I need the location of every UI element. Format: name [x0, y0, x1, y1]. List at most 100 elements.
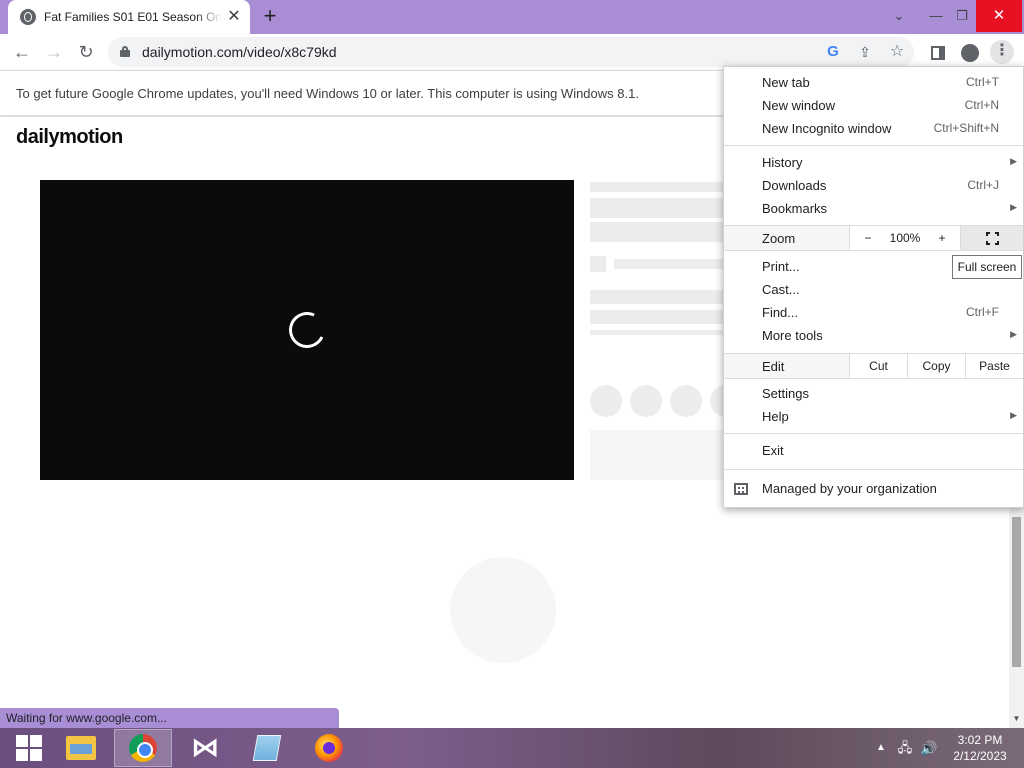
chrome-menu-button[interactable]: ⋮: [990, 40, 1014, 64]
skeleton-circle: [450, 557, 556, 663]
tab-search-button[interactable]: ⌄: [886, 0, 912, 32]
menu-item-label: New tab: [762, 75, 810, 90]
menu-shortcut: Ctrl+F: [966, 305, 999, 319]
menu-separator: [724, 433, 1023, 434]
reload-button[interactable]: ↻: [72, 38, 100, 66]
building-icon: [734, 483, 748, 495]
menu-item-history[interactable]: History ▶: [724, 151, 1023, 174]
edit-row: Edit Cut Copy Paste: [724, 353, 1023, 379]
tab-title: Fat Families S01 E01 Season One: [44, 10, 222, 24]
menu-item-help[interactable]: Help ▶: [724, 405, 1023, 428]
menu-item-label: Downloads: [762, 178, 827, 193]
close-window-button[interactable]: ✕: [976, 0, 1022, 32]
cut-button[interactable]: Cut: [849, 354, 907, 378]
menu-item-new-incognito-window[interactable]: New Incognito window Ctrl+Shift+N: [724, 117, 1023, 140]
bookmark-star-icon[interactable]: ☆: [886, 41, 908, 63]
zoom-out-button[interactable]: −: [849, 226, 886, 250]
menu-item-label: Help: [762, 409, 789, 424]
menu-item-label: More tools: [762, 328, 823, 343]
show-hidden-icons-arrow-icon[interactable]: ▲: [874, 728, 888, 768]
dailymotion-logo[interactable]: dailymotion: [16, 126, 123, 149]
scrollbar-thumb[interactable]: [1012, 517, 1021, 667]
menu-item-find[interactable]: Find... Ctrl+F: [724, 301, 1023, 324]
menu-item-new-tab[interactable]: New tab Ctrl+T: [724, 71, 1023, 94]
start-button[interactable]: [0, 729, 58, 767]
submenu-arrow-icon: ▶: [1010, 329, 1017, 339]
clock-time: 3:02 PM: [957, 733, 1003, 747]
visual-studio-icon: ⋈: [190, 733, 220, 763]
menu-item-label: Settings: [762, 386, 809, 401]
taskbar-clock[interactable]: 3:02 PM 2/12/2023: [944, 728, 1016, 768]
menu-item-label: Bookmarks: [762, 201, 828, 216]
share-icon[interactable]: ⇪: [854, 41, 876, 63]
submenu-arrow-icon: ▶: [1010, 156, 1017, 166]
skeleton-line: [590, 222, 724, 242]
status-bubble: Waiting for www.google.com...: [0, 708, 339, 728]
taskbar-visual-studio[interactable]: ⋈: [176, 729, 234, 767]
menu-shortcut: Ctrl+Shift+N: [933, 121, 999, 135]
skeleton-line: [590, 310, 724, 324]
taskbar-notepad[interactable]: [238, 729, 296, 767]
paste-button[interactable]: Paste: [965, 354, 1023, 378]
menu-item-label: Find...: [762, 305, 799, 320]
url-text[interactable]: dailymotion.com/video/x8c79kd: [142, 44, 337, 60]
skeleton-button: [630, 385, 662, 417]
profile-icon[interactable]: [958, 40, 982, 64]
scroll-down-arrow-icon[interactable]: ▼: [1009, 714, 1024, 726]
edit-label: Edit: [762, 359, 785, 374]
zoom-row: Zoom − 100% +: [724, 225, 1023, 251]
zoom-in-button[interactable]: +: [924, 226, 960, 250]
menu-item-label: New Incognito window: [762, 121, 892, 136]
taskbar-firefox[interactable]: [300, 729, 358, 767]
minimize-button[interactable]: —: [924, 0, 948, 32]
menu-item-downloads[interactable]: Downloads Ctrl+J: [724, 174, 1023, 197]
browser-tab[interactable]: Fat Families S01 E01 Season One ✕: [8, 0, 250, 34]
windows-taskbar: ⋈ ▲ 🖧 🔊 3:02 PM 2/12/2023: [0, 728, 1024, 768]
fullscreen-icon: [985, 232, 999, 246]
fullscreen-button[interactable]: [960, 226, 1023, 250]
tab-close-icon[interactable]: ✕: [226, 9, 242, 25]
loading-spinner-icon: [283, 306, 331, 354]
taskbar-chrome[interactable]: [114, 729, 172, 767]
menu-item-bookmarks[interactable]: Bookmarks ▶: [724, 197, 1023, 220]
network-icon[interactable]: 🖧: [896, 728, 914, 768]
menu-item-more-tools[interactable]: More tools ▶: [724, 324, 1023, 347]
lock-icon[interactable]: [120, 46, 130, 57]
status-text: Waiting for www.google.com...: [6, 711, 167, 725]
address-bar[interactable]: dailymotion.com/video/x8c79kd G ⇪ ☆: [108, 37, 914, 67]
chrome-menu: New tab Ctrl+T New window Ctrl+N New Inc…: [723, 66, 1024, 508]
zoom-level: 100%: [886, 226, 924, 250]
menu-item-settings[interactable]: Settings: [724, 382, 1023, 405]
skeleton-line: [590, 330, 724, 335]
menu-shortcut: Ctrl+T: [966, 75, 999, 89]
menu-item-exit[interactable]: Exit: [724, 439, 1023, 462]
side-panel-icon[interactable]: [926, 40, 950, 64]
menu-item-label: History: [762, 155, 803, 170]
new-tab-button[interactable]: +: [258, 5, 282, 29]
menu-item-label: Managed by your organization: [762, 481, 937, 496]
volume-icon[interactable]: 🔊: [920, 728, 938, 768]
windows-logo-icon: [16, 735, 42, 761]
forward-button[interactable]: →: [40, 38, 68, 66]
globe-icon: [20, 9, 36, 25]
skeleton-line: [590, 290, 724, 304]
skeleton-line: [614, 259, 724, 269]
taskbar-file-explorer[interactable]: [52, 729, 110, 767]
menu-item-label: Print...: [762, 259, 800, 274]
restore-button[interactable]: ❐: [950, 0, 974, 32]
menu-item-managed[interactable]: Managed by your organization: [724, 477, 1023, 500]
copy-button[interactable]: Copy: [907, 354, 965, 378]
skeleton-button: [670, 385, 702, 417]
back-button[interactable]: ←: [8, 38, 36, 66]
menu-item-cast[interactable]: Cast...: [724, 278, 1023, 301]
menu-item-label: Cast...: [762, 282, 800, 297]
fullscreen-tooltip: Full screen: [952, 255, 1022, 279]
video-player[interactable]: [40, 180, 574, 480]
folder-icon: [66, 736, 96, 760]
google-translate-icon[interactable]: G: [822, 41, 844, 63]
skeleton-avatar: [590, 256, 606, 272]
submenu-arrow-icon: ▶: [1010, 410, 1017, 420]
clock-date: 2/12/2023: [953, 749, 1007, 763]
submenu-arrow-icon: ▶: [1010, 202, 1017, 212]
menu-item-new-window[interactable]: New window Ctrl+N: [724, 94, 1023, 117]
